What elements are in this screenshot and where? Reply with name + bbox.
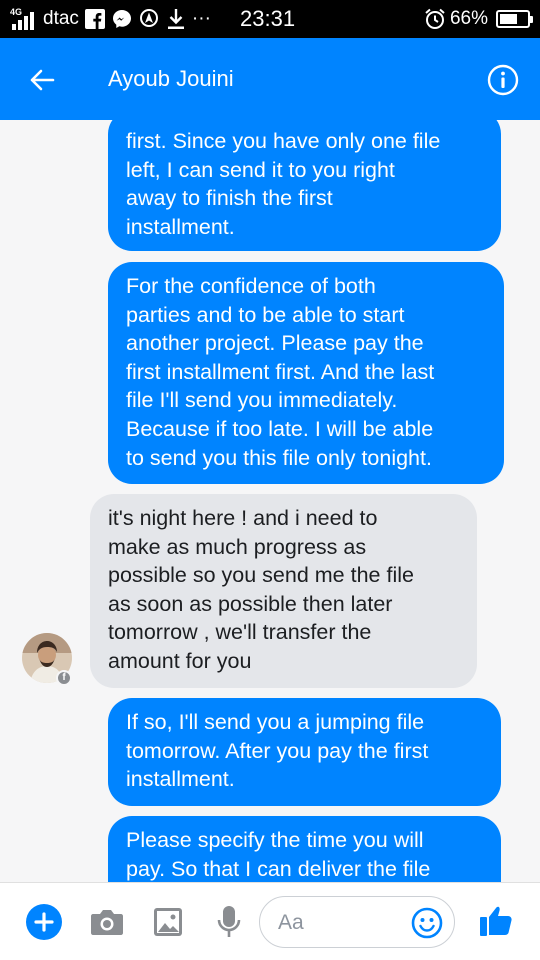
- add-button[interactable]: [26, 904, 62, 940]
- message-input[interactable]: [278, 909, 408, 937]
- message-line: tomorrow , we'll transfer the: [108, 620, 372, 645]
- message-line: away to finish the first: [126, 186, 333, 211]
- message-line: make as much progress as: [108, 534, 367, 559]
- carrier-name: dtac: [43, 8, 79, 29]
- more-notifications-indicator: ···: [191, 8, 211, 29]
- gallery-button[interactable]: [150, 904, 186, 940]
- message-line: another project. Please pay the: [126, 331, 424, 356]
- message-line: installment.: [126, 214, 235, 239]
- message-bubble-outgoing[interactable]: If so, I'll send you a jumping file tomo…: [108, 698, 501, 806]
- like-button[interactable]: [478, 902, 514, 938]
- contact-name[interactable]: Ayoub Jouini: [108, 65, 234, 93]
- conversation-header: Ayoub Jouini: [0, 38, 540, 120]
- signal-icon: 4G: [10, 8, 38, 30]
- message-line: to send you this file only tonight.: [126, 445, 432, 470]
- message-line: as soon as possible then later: [108, 591, 393, 616]
- message-bubble-incoming[interactable]: it's night here ! and i need to make as …: [90, 494, 477, 688]
- message-line: left, I can send it to you right: [126, 157, 395, 182]
- message-composer: [0, 882, 540, 960]
- message-bubble-outgoing[interactable]: For the confidence of both parties and t…: [108, 262, 504, 484]
- messenger-badge-icon: f: [56, 670, 72, 686]
- message-bubble-outgoing[interactable]: Please specify the time you will pay. So…: [108, 816, 501, 882]
- download-icon: [165, 8, 187, 30]
- facebook-icon: [84, 8, 106, 30]
- status-bar: 4G dtac ··· 23:31 66%: [0, 0, 540, 38]
- network-type: 4G: [10, 7, 23, 17]
- add-icon: [26, 904, 62, 940]
- message-bubble-outgoing[interactable]: first. Since you have only one file left…: [108, 120, 501, 251]
- camera-button[interactable]: [89, 904, 125, 940]
- message-line: first installment first. And the last: [126, 359, 435, 384]
- image-icon: [154, 908, 182, 936]
- message-line: amount for you: [108, 648, 252, 673]
- microphone-icon: [217, 906, 241, 937]
- message-line: installment.: [126, 767, 235, 792]
- camera-icon: [91, 910, 123, 935]
- info-button[interactable]: [486, 63, 520, 97]
- location-icon: [138, 8, 160, 30]
- voice-button[interactable]: [211, 904, 247, 940]
- message-line: it's night here ! and i need to: [108, 506, 378, 530]
- message-line: file I'll send you immediately.: [126, 388, 398, 413]
- message-line: Because if too late. I will be able: [126, 416, 434, 441]
- status-time: 23:31: [240, 6, 296, 31]
- message-line: pay. So that I can deliver the file: [126, 856, 431, 881]
- message-line: parties and to be able to start: [126, 302, 405, 327]
- back-arrow-icon: [30, 69, 55, 91]
- message-input-field[interactable]: [259, 896, 455, 948]
- message-line: Please specify the time you will: [126, 828, 424, 852]
- thumbs-up-icon: [480, 906, 512, 936]
- message-line: possible so you send me the file: [108, 563, 414, 588]
- message-line: For the confidence of both: [126, 274, 376, 298]
- alarm-icon: [424, 8, 446, 30]
- emoji-icon: [411, 907, 443, 939]
- message-list[interactable]: first. Since you have only one file left…: [0, 120, 540, 882]
- back-button[interactable]: [22, 60, 62, 100]
- message-line: tomorrow. After you pay the first: [126, 738, 429, 763]
- message-line: first. Since you have only one file: [126, 129, 441, 153]
- battery-icon: [496, 10, 533, 28]
- message-line: If so, I'll send you a jumping file: [126, 710, 425, 734]
- emoji-button[interactable]: [410, 906, 444, 940]
- info-icon: [487, 64, 519, 96]
- battery-percent: 66%: [449, 8, 488, 29]
- messenger-icon: [111, 8, 133, 30]
